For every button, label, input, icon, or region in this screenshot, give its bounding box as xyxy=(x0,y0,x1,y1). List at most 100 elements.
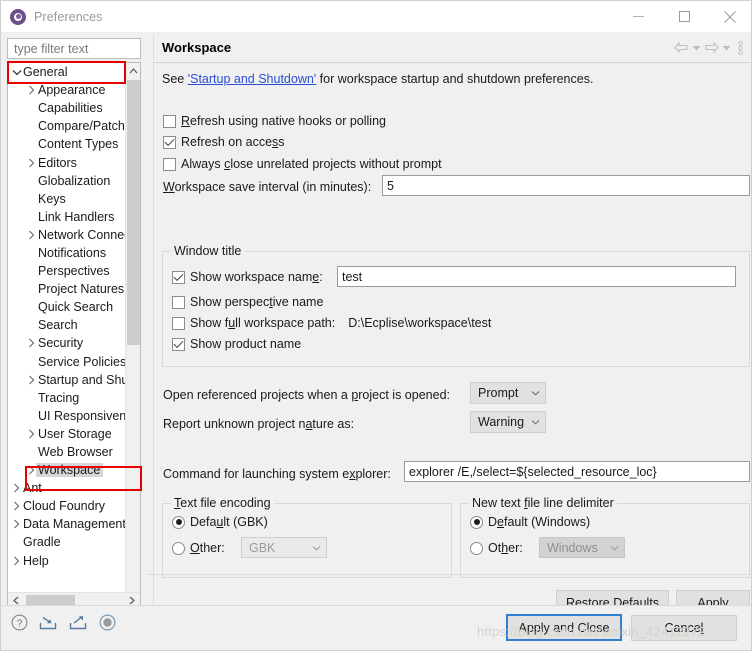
startup-shutdown-link[interactable]: 'Startup and Shutdown' xyxy=(188,72,316,86)
sidebar-item-security[interactable]: Security xyxy=(8,334,126,352)
view-menu-icon[interactable] xyxy=(733,40,746,55)
window-controls xyxy=(615,1,751,32)
chevron-right-icon[interactable] xyxy=(25,425,38,443)
sidebar-item-help[interactable]: Help xyxy=(8,552,126,570)
chevron-right-icon[interactable] xyxy=(10,552,23,570)
sidebar-item-tracing[interactable]: Tracing xyxy=(8,389,126,407)
checkbox-always-close-unrelated[interactable]: Always close unrelated projects without … xyxy=(163,157,442,171)
sidebar-item-perspectives[interactable]: Perspectives xyxy=(8,262,126,280)
sidebar-item-network-connections[interactable]: Network Connections xyxy=(8,226,126,244)
radio-encoding-default[interactable]: Default (GBK) xyxy=(172,515,268,529)
sidebar-item-user-storage[interactable]: User Storage xyxy=(8,425,126,443)
radio-button[interactable] xyxy=(470,541,483,555)
export-icon[interactable] xyxy=(69,614,88,634)
search-input[interactable] xyxy=(12,40,140,57)
sidebar-item-ant[interactable]: Ant xyxy=(8,479,126,497)
radio-button[interactable] xyxy=(172,541,185,555)
checkbox-box[interactable] xyxy=(163,114,176,128)
chevron-down-icon[interactable] xyxy=(10,63,23,81)
sidebar-item-label: Perspectives xyxy=(38,264,110,279)
sidebar-item-general[interactable]: General xyxy=(8,63,126,81)
sidebar-item-compare-patch[interactable]: Compare/Patch xyxy=(8,117,126,135)
encoding-other-dropdown[interactable]: GBK xyxy=(241,537,327,558)
checkbox-show-perspective-name[interactable]: Show perspective name xyxy=(172,295,323,309)
sidebar-item-service-policies[interactable]: Service Policies xyxy=(8,353,126,371)
chevron-right-icon[interactable] xyxy=(25,226,38,244)
filter-field-wrapper[interactable] xyxy=(7,38,141,59)
sidebar-item-workspace[interactable]: Workspace xyxy=(8,461,126,479)
cancel-button[interactable]: Cancel xyxy=(631,615,737,641)
sidebar-item-search[interactable]: Search xyxy=(8,316,126,334)
sidebar-item-appearance[interactable]: Appearance xyxy=(8,81,126,99)
chevron-right-icon[interactable] xyxy=(25,371,38,389)
checkbox-show-workspace-name[interactable]: Show workspace name: xyxy=(172,270,323,284)
checkbox-refresh-native-hooks[interactable]: Refresh using native hooks or polling xyxy=(163,114,386,128)
sidebar-item-label: Editors xyxy=(38,155,77,170)
back-arrow-icon[interactable] xyxy=(673,41,690,54)
checkbox-show-product-name[interactable]: Show product name xyxy=(172,337,301,351)
checkbox-box[interactable] xyxy=(163,157,176,171)
line-delimiter-group: New text file line delimiter Default (Wi… xyxy=(460,496,750,578)
sidebar-item-ui-responsiveness[interactable]: UI Responsiveness xyxy=(8,407,126,425)
sidebar-item-editors[interactable]: Editors xyxy=(8,153,126,171)
chevron-right-icon[interactable] xyxy=(10,479,23,497)
checkbox-refresh-on-access[interactable]: Refresh on access xyxy=(163,135,285,149)
sidebar-item-content-types[interactable]: Content Types xyxy=(8,135,126,153)
report-nature-dropdown[interactable]: Warning xyxy=(470,411,546,433)
preferences-tree[interactable]: General Appearance Capabilities Compare/Pat… xyxy=(7,62,141,609)
sidebar-item-project-natures[interactable]: Project Natures xyxy=(8,280,126,298)
sidebar-item-web-browser[interactable]: Web Browser xyxy=(8,443,126,461)
sidebar-item-link-handlers[interactable]: Link Handlers xyxy=(8,208,126,226)
explorer-command-input[interactable]: explorer /E,/select=${selected_resource_… xyxy=(404,461,750,482)
chevron-right-icon[interactable] xyxy=(25,334,38,352)
chevron-right-icon[interactable] xyxy=(25,154,38,172)
checkbox-box[interactable] xyxy=(172,337,185,351)
radio-button[interactable] xyxy=(172,515,185,529)
checkbox-box[interactable] xyxy=(163,135,176,149)
checkbox-show-full-workspace-path[interactable]: Show full workspace path: D:\Ecplise\wor… xyxy=(172,316,491,330)
preferences-dialog: Preferences General Appearance Capabilitie… xyxy=(0,0,752,651)
tree-vertical-scrollbar[interactable] xyxy=(125,63,140,608)
chevron-right-icon[interactable] xyxy=(10,515,23,533)
radio-delimiter-default[interactable]: Default (Windows) xyxy=(470,515,590,529)
sidebar-item-capabilities[interactable]: Capabilities xyxy=(8,99,126,117)
minimize-button[interactable] xyxy=(615,1,661,32)
open-referenced-dropdown[interactable]: Prompt xyxy=(470,382,546,404)
tree-scroll-thumb[interactable] xyxy=(127,80,140,345)
sidebar-item-cloud-foundry[interactable]: Cloud Foundry xyxy=(8,497,126,515)
sidebar-item-gradle[interactable]: Gradle xyxy=(8,533,126,551)
sidebar-item-keys[interactable]: Keys xyxy=(8,190,126,208)
chevron-right-icon[interactable] xyxy=(25,81,38,99)
workspace-name-input[interactable]: test xyxy=(337,266,736,287)
checkbox-box[interactable] xyxy=(172,270,185,284)
forward-arrow-icon[interactable] xyxy=(703,41,720,54)
sidebar-item-notifications[interactable]: Notifications xyxy=(8,244,126,262)
sidebar-item-globalization[interactable]: Globalization xyxy=(8,172,126,190)
record-icon[interactable] xyxy=(99,614,116,634)
maximize-button[interactable] xyxy=(661,1,707,32)
delimiter-other-dropdown[interactable]: Windows xyxy=(539,537,625,558)
radio-delimiter-other[interactable]: Other: xyxy=(470,541,523,555)
checkbox-box[interactable] xyxy=(172,295,185,309)
close-button[interactable] xyxy=(707,1,751,32)
radio-encoding-other[interactable]: Other: xyxy=(172,541,225,555)
apply-and-close-button[interactable]: Apply and Close xyxy=(506,614,622,641)
chevron-right-icon[interactable] xyxy=(10,497,23,515)
dialog-footer: ? Apply and Close Cancel xyxy=(1,605,751,650)
back-dropdown-icon[interactable] xyxy=(691,45,702,51)
radio-button[interactable] xyxy=(470,515,483,529)
sidebar-item-data-management[interactable]: Data Management xyxy=(8,515,126,533)
checkbox-box[interactable] xyxy=(172,316,185,330)
window-titlebar: Preferences xyxy=(1,1,751,32)
sidebar-item-quick-search[interactable]: Quick Search xyxy=(8,298,126,316)
save-interval-input[interactable]: 5 xyxy=(382,175,750,196)
forward-dropdown-icon[interactable] xyxy=(721,45,732,51)
checkbox-label: Refresh on access xyxy=(181,135,285,149)
report-nature-label: Report unknown project nature as: xyxy=(163,417,355,431)
import-icon[interactable] xyxy=(39,614,58,634)
scroll-up-icon[interactable] xyxy=(126,63,140,79)
window-title-group-label: Window title xyxy=(171,244,245,258)
help-icon[interactable]: ? xyxy=(11,614,28,634)
sidebar-item-startup-and-shutdown[interactable]: Startup and Shutdown xyxy=(8,371,126,389)
